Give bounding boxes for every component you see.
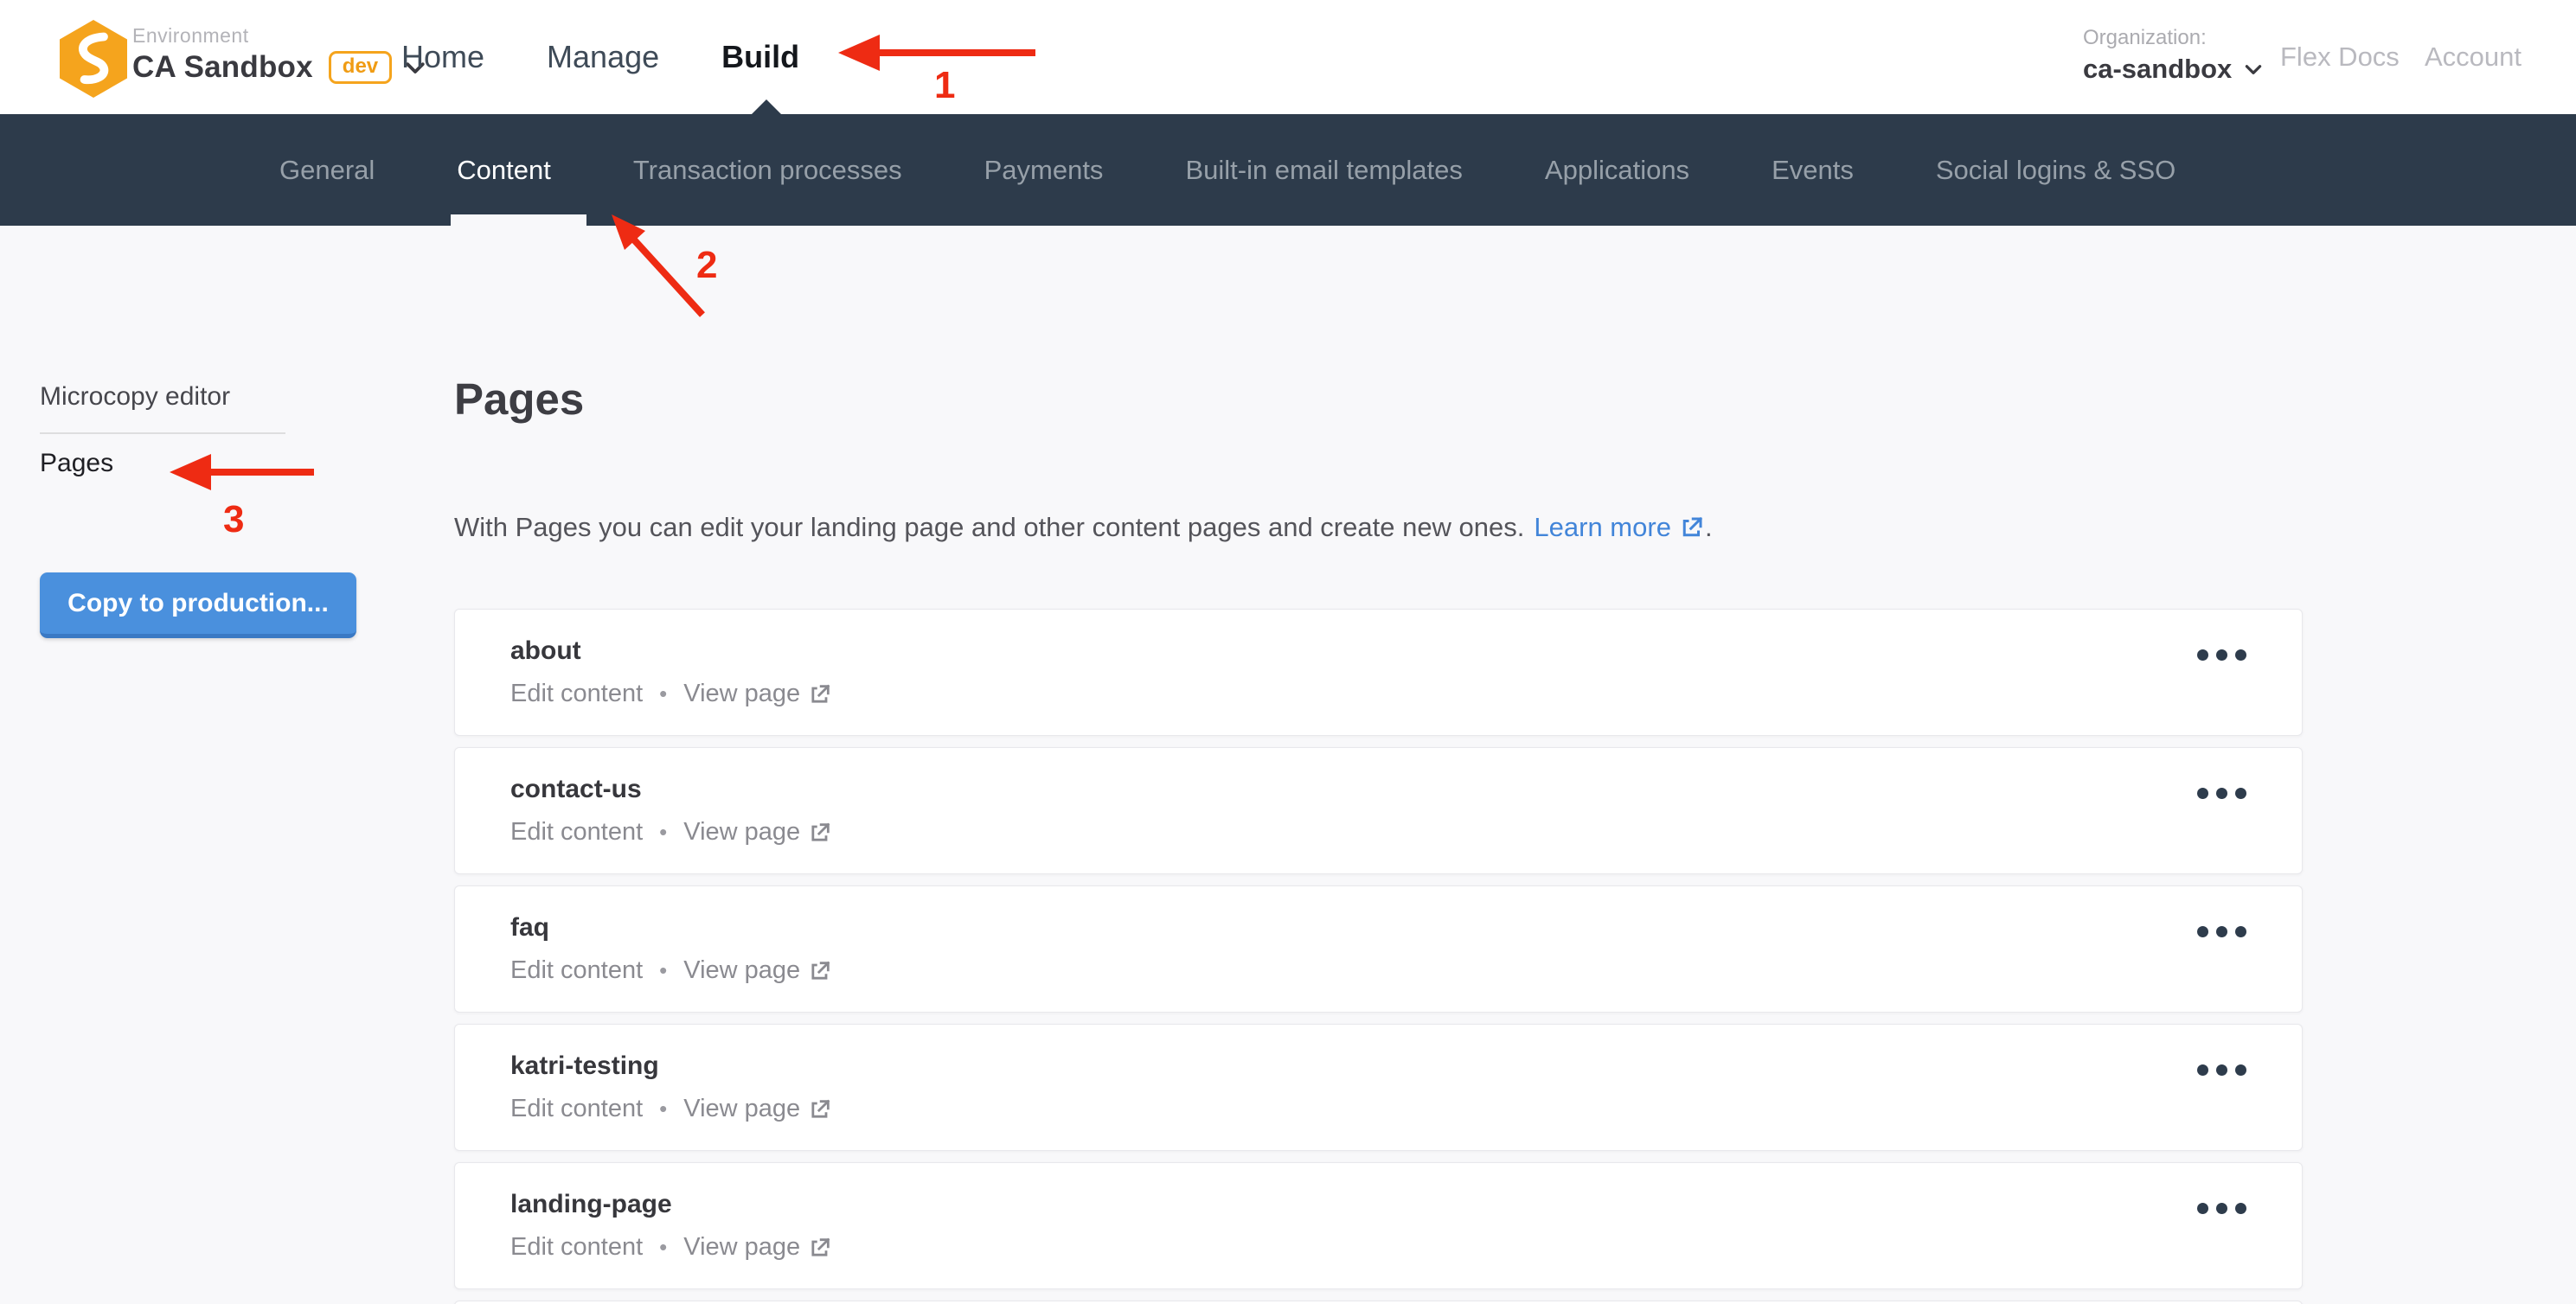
learn-more-label: Learn more (1534, 512, 1671, 543)
more-actions-button[interactable] (2190, 781, 2253, 806)
annotation-number-1: 1 (934, 64, 955, 107)
ellipsis-icon (2197, 1064, 2208, 1076)
tab-applications[interactable]: Applications (1545, 155, 1689, 186)
nav-build[interactable]: Build (721, 39, 799, 75)
bullet-separator: • (659, 1234, 667, 1261)
sidebar-divider (40, 432, 285, 434)
ellipsis-icon (2197, 926, 2208, 937)
tab-events[interactable]: Events (1772, 155, 1854, 186)
external-link-icon (808, 821, 832, 845)
page-card-landing-page: landing-page Edit content • View page (454, 1162, 2303, 1289)
pages-list: about Edit content • View page contact-u… (454, 609, 2303, 1304)
organization-name: ca-sandbox (2083, 54, 2232, 85)
edit-content-link[interactable]: Edit content (510, 956, 643, 985)
active-nav-caret (751, 99, 782, 115)
more-actions-button[interactable] (2190, 1058, 2253, 1083)
environment-dev-badge: dev (329, 51, 392, 84)
page-title: Pages (454, 374, 584, 425)
page-card-faq: faq Edit content • View page (454, 885, 2303, 1013)
learn-more-link[interactable]: Learn more (1534, 512, 1705, 543)
tab-transaction-processes[interactable]: Transaction processes (633, 155, 902, 186)
tab-social-logins-sso[interactable]: Social logins & SSO (1936, 155, 2176, 186)
top-header: Environment CA Sandbox dev Home Manage B… (0, 0, 2576, 114)
page-name: contact-us (510, 774, 2246, 805)
bullet-separator: • (659, 957, 667, 984)
primary-nav: Home Manage Build (401, 0, 799, 114)
intro-period: . (1705, 512, 1713, 543)
page-card-about: about Edit content • View page (454, 609, 2303, 736)
tab-general[interactable]: General (279, 155, 375, 186)
page-card-partial (454, 1301, 2303, 1304)
nav-home[interactable]: Home (401, 39, 484, 75)
ellipsis-icon (2197, 788, 2208, 799)
more-actions-button[interactable] (2190, 1196, 2253, 1221)
active-tab-indicator (451, 214, 586, 226)
page-card-contact-us: contact-us Edit content • View page (454, 747, 2303, 874)
view-page-link[interactable]: View page (683, 1095, 832, 1123)
nav-manage[interactable]: Manage (547, 39, 659, 75)
edit-content-link[interactable]: Edit content (510, 680, 643, 708)
tab-content[interactable]: Content (457, 155, 551, 186)
view-page-link[interactable]: View page (683, 1233, 832, 1262)
sidebar-item-microcopy-editor[interactable]: Microcopy editor (40, 382, 230, 412)
organization-label: Organization: (2083, 26, 2207, 50)
edit-content-link[interactable]: Edit content (510, 1095, 643, 1123)
external-link-icon (1679, 515, 1705, 540)
organization-selector[interactable]: ca-sandbox (2083, 54, 2265, 85)
edit-content-link[interactable]: Edit content (510, 818, 643, 847)
environment-label: Environment (132, 24, 249, 48)
tab-payments[interactable]: Payments (984, 155, 1104, 186)
annotation-arrow-3 (157, 446, 322, 498)
chevron-down-icon (2242, 58, 2265, 80)
page-name: landing-page (510, 1189, 2246, 1220)
external-link-icon (808, 1097, 832, 1122)
intro-paragraph: With Pages you can edit your landing pag… (454, 512, 1713, 543)
page-name: faq (510, 912, 2246, 943)
copy-to-production-button[interactable]: Copy to production... (40, 572, 356, 638)
more-actions-button[interactable] (2190, 919, 2253, 944)
annotation-number-3: 3 (223, 498, 244, 541)
environment-selector[interactable]: CA Sandbox dev (132, 50, 428, 85)
view-page-link[interactable]: View page (683, 956, 832, 985)
account-link[interactable]: Account (2425, 42, 2522, 73)
ellipsis-icon (2197, 1203, 2208, 1214)
tab-built-in-email-templates[interactable]: Built-in email templates (1185, 155, 1462, 186)
edit-content-link[interactable]: Edit content (510, 1233, 643, 1262)
bullet-separator: • (659, 681, 667, 707)
sidebar-item-pages[interactable]: Pages (40, 449, 113, 478)
build-subnav: General Content Transaction processes Pa… (0, 114, 2576, 226)
console-page: Environment CA Sandbox dev Home Manage B… (0, 0, 2576, 1304)
flex-docs-link[interactable]: Flex Docs (2280, 42, 2400, 73)
more-actions-button[interactable] (2190, 642, 2253, 668)
bullet-separator: • (659, 819, 667, 846)
bullet-separator: • (659, 1096, 667, 1122)
page-name: about (510, 636, 2246, 667)
view-page-link[interactable]: View page (683, 680, 832, 708)
environment-name: CA Sandbox (132, 50, 313, 85)
external-link-icon (808, 1236, 832, 1260)
external-link-icon (808, 959, 832, 983)
intro-text: With Pages you can edit your landing pag… (454, 512, 1524, 543)
ellipsis-icon (2197, 649, 2208, 661)
sharetribe-logo-icon[interactable] (50, 17, 137, 100)
page-card-katri-testing: katri-testing Edit content • View page (454, 1024, 2303, 1151)
external-link-icon (808, 682, 832, 706)
annotation-number-2: 2 (696, 244, 717, 287)
page-name: katri-testing (510, 1051, 2246, 1082)
view-page-link[interactable]: View page (683, 818, 832, 847)
